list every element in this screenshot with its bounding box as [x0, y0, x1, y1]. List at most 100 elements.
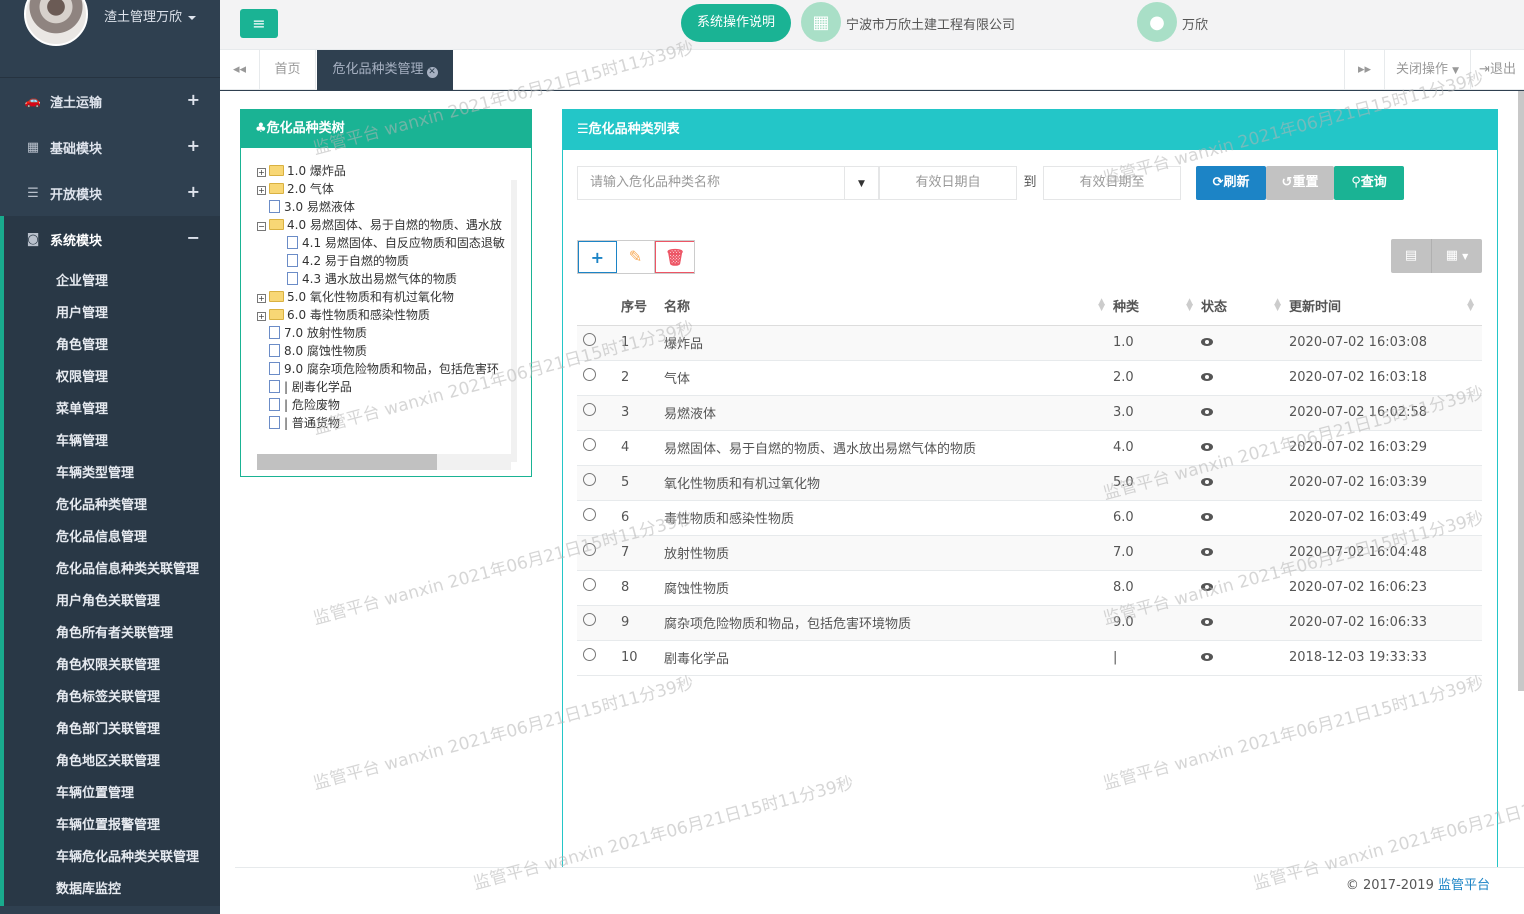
row-radio[interactable]: [583, 368, 596, 381]
column-header-kind[interactable]: 种类 ▲ ▼: [1113, 286, 1201, 326]
tree-node[interactable]: | 普通货物: [257, 414, 515, 432]
table-row[interactable]: 7 放射性物质 7.0 2020-07-02 16:04:48: [577, 535, 1482, 571]
search-dropdown-button[interactable]: ▼: [845, 166, 879, 200]
nav-module-0[interactable]: 🚗 渣土运输 +: [0, 78, 220, 124]
date-from-input[interactable]: 有效日期自: [879, 166, 1017, 200]
sidebar-item[interactable]: 角色所有者关联管理: [4, 618, 220, 650]
column-header-no[interactable]: 序号: [607, 286, 664, 326]
expand-icon[interactable]: +: [187, 182, 200, 201]
expand-icon[interactable]: +: [187, 90, 200, 109]
table-row[interactable]: 6 毒性物质和感染性物质 6.0 2020-07-02 16:03:49: [577, 500, 1482, 536]
expand-icon[interactable]: +: [257, 312, 266, 321]
sidebar-item[interactable]: 车辆类型管理: [4, 458, 220, 490]
row-radio[interactable]: [583, 648, 596, 661]
eye-icon[interactable]: [1201, 408, 1213, 416]
tree-vertical-scrollbar[interactable]: [511, 180, 517, 462]
search-input[interactable]: 请输入危化品种类名称: [577, 166, 845, 200]
row-radio[interactable]: [583, 333, 596, 346]
eye-icon[interactable]: [1201, 583, 1213, 591]
sidebar-item[interactable]: 危化品种类管理: [4, 490, 220, 522]
column-header-time[interactable]: 更新时间 ▲ ▼: [1289, 286, 1482, 326]
tree-horizontal-scrollbar[interactable]: [257, 454, 511, 470]
eye-icon[interactable]: [1201, 618, 1213, 626]
tab-current[interactable]: 危化品种类管理 ✕: [317, 50, 453, 90]
reset-button[interactable]: ↺重置: [1266, 166, 1334, 200]
sidebar-item[interactable]: 危化品信息管理: [4, 522, 220, 554]
delete-button[interactable]: 🗑: [655, 241, 694, 273]
sidebar-item[interactable]: 危化品信息种类关联管理: [4, 554, 220, 586]
sidebar-item[interactable]: 车辆管理: [4, 426, 220, 458]
tree-node[interactable]: | 剧毒化学品: [257, 378, 515, 396]
nav-module-3[interactable]: ◙ 系统模块 −: [4, 216, 220, 262]
eye-icon[interactable]: [1201, 338, 1213, 346]
table-row[interactable]: 10 剧毒化学品 | 2018-12-03 19:33:33: [577, 640, 1482, 676]
tree-node[interactable]: +5.0 氧化性物质和有机过氧化物: [257, 288, 515, 306]
tree-node[interactable]: − 4.0 易燃固体、易于自燃的物质、遇水放: [257, 216, 515, 234]
tree-node[interactable]: +2.0 气体: [257, 180, 515, 198]
sidebar-item[interactable]: 数据库监控: [4, 874, 220, 906]
nav-module-2[interactable]: ☰ 开放模块 +: [0, 170, 220, 216]
sidebar-item[interactable]: 用户管理: [4, 298, 220, 330]
table-row[interactable]: 8 腐蚀性物质 8.0 2020-07-02 16:06:23: [577, 570, 1482, 606]
query-button[interactable]: ⚲查询: [1334, 166, 1404, 200]
table-row[interactable]: 5 氧化性物质和有机过氧化物 5.0 2020-07-02 16:03:39: [577, 465, 1482, 501]
tree-node[interactable]: | 危险废物: [257, 396, 515, 414]
table-row[interactable]: 9 腐杂项危险物质和物品，包括危害环境物质 9.0 2020-07-02 16:06:…: [577, 605, 1482, 641]
edit-button[interactable]: ✎: [617, 241, 656, 273]
table-row[interactable]: 4 易燃固体、易于自燃的物质、遇水放出易燃气体的物质 4.0 2020-07-02 1…: [577, 430, 1482, 466]
sidebar-item[interactable]: 用户角色关联管理: [4, 586, 220, 618]
sidebar-item[interactable]: 权限管理: [4, 362, 220, 394]
row-radio[interactable]: [583, 438, 596, 451]
sidebar-item[interactable]: 车辆位置报警管理: [4, 810, 220, 842]
row-radio[interactable]: [583, 543, 596, 556]
tree-node[interactable]: 3.0 易燃液体: [257, 198, 515, 216]
scrollbar-thumb[interactable]: [257, 454, 437, 470]
close-operations-dropdown[interactable]: 关闭操作 ▼: [1384, 50, 1470, 90]
add-button[interactable]: +: [578, 241, 617, 273]
menu-toggle-button[interactable]: ≡: [240, 9, 278, 38]
columns-toggle-button[interactable]: ▦ ▼: [1431, 239, 1482, 273]
sidebar-item[interactable]: 菜单管理: [4, 394, 220, 426]
logout-button[interactable]: ⇥退出: [1470, 50, 1524, 90]
tree-node[interactable]: 4.1 易燃固体、自反应物质和固态退敏: [257, 234, 515, 252]
column-header-status[interactable]: 状态 ▲ ▼: [1201, 286, 1289, 326]
tree-node[interactable]: 9.0 腐杂项危险物质和物品，包括危害环: [257, 360, 515, 378]
eye-icon[interactable]: [1201, 653, 1213, 661]
sidebar-item[interactable]: 车辆危化品种类关联管理: [4, 842, 220, 874]
table-row[interactable]: 1 爆炸品 1.0 2020-07-02 16:03:08: [577, 325, 1482, 361]
sidebar-item[interactable]: 企业管理: [4, 266, 220, 298]
sidebar-item[interactable]: 角色权限关联管理: [4, 650, 220, 682]
collapse-icon[interactable]: −: [257, 222, 266, 231]
eye-icon[interactable]: [1201, 443, 1213, 451]
tree-node[interactable]: 4.3 遇水放出易燃气体的物质: [257, 270, 515, 288]
sidebar-item[interactable]: 角色部门关联管理: [4, 714, 220, 746]
table-row[interactable]: 3 易燃液体 3.0 2020-07-02 16:02:58: [577, 395, 1482, 431]
eye-icon[interactable]: [1201, 548, 1213, 556]
collapse-icon[interactable]: −: [187, 228, 200, 247]
expand-icon[interactable]: +: [257, 168, 266, 177]
tab-scroll-right-button[interactable]: ▸▸: [1344, 50, 1384, 90]
row-radio[interactable]: [583, 508, 596, 521]
sidebar-item[interactable]: 角色管理: [4, 330, 220, 362]
eye-icon[interactable]: [1201, 478, 1213, 486]
close-tab-icon[interactable]: ✕: [426, 67, 438, 78]
tab-home[interactable]: 首页: [260, 50, 316, 90]
list-view-button[interactable]: ▤: [1391, 239, 1431, 273]
tree-node[interactable]: 8.0 腐蚀性物质: [257, 342, 515, 360]
nav-module-1[interactable]: ▦ 基础模块 +: [0, 124, 220, 170]
row-radio[interactable]: [583, 403, 596, 416]
tree-node[interactable]: +1.0 爆炸品: [257, 162, 515, 180]
help-button[interactable]: 系统操作说明: [681, 4, 791, 42]
eye-icon[interactable]: [1201, 373, 1213, 381]
tree-node[interactable]: 7.0 放射性物质: [257, 324, 515, 342]
expand-icon[interactable]: +: [187, 136, 200, 155]
row-radio[interactable]: [583, 473, 596, 486]
date-to-input[interactable]: 有效日期至: [1043, 166, 1181, 200]
page-scrollbar[interactable]: [1518, 91, 1524, 691]
expand-icon[interactable]: +: [257, 186, 266, 195]
column-header-name[interactable]: 名称 ▲ ▼: [664, 286, 1113, 326]
footer-brand-link[interactable]: 监管平台: [1438, 878, 1490, 893]
tree-node[interactable]: 4.2 易于自燃的物质: [257, 252, 515, 270]
row-radio[interactable]: [583, 578, 596, 591]
user-role-dropdown[interactable]: 渣土管理万欣: [104, 6, 197, 25]
